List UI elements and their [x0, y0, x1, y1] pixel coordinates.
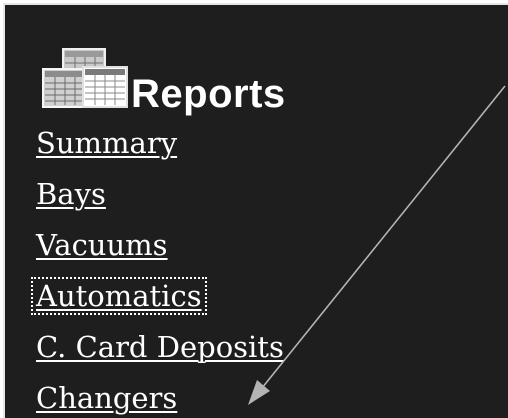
- list-item: Summary: [34, 127, 286, 178]
- list-item: Bays: [34, 178, 286, 229]
- changers-link[interactable]: Changers: [34, 382, 179, 414]
- reports-panel: Reports Summary Bays Vacuums Automatics …: [3, 3, 508, 418]
- list-item: Changers: [34, 382, 286, 418]
- reports-header: Reports: [37, 39, 286, 117]
- summary-link[interactable]: Summary: [34, 127, 179, 159]
- list-item: Automatics: [31, 277, 286, 331]
- vacuums-link[interactable]: Vacuums: [34, 229, 170, 261]
- reports-stack-icon: [37, 47, 129, 117]
- automatics-link[interactable]: Automatics: [31, 277, 207, 315]
- credit-card-deposits-link[interactable]: C. Card Deposits: [34, 331, 286, 363]
- reports-nav-list: Summary Bays Vacuums Automatics C. Card …: [31, 127, 286, 418]
- list-item: C. Card Deposits: [34, 331, 286, 382]
- bays-link[interactable]: Bays: [34, 178, 108, 210]
- reports-title: Reports: [131, 72, 286, 116]
- list-item: Vacuums: [34, 229, 286, 280]
